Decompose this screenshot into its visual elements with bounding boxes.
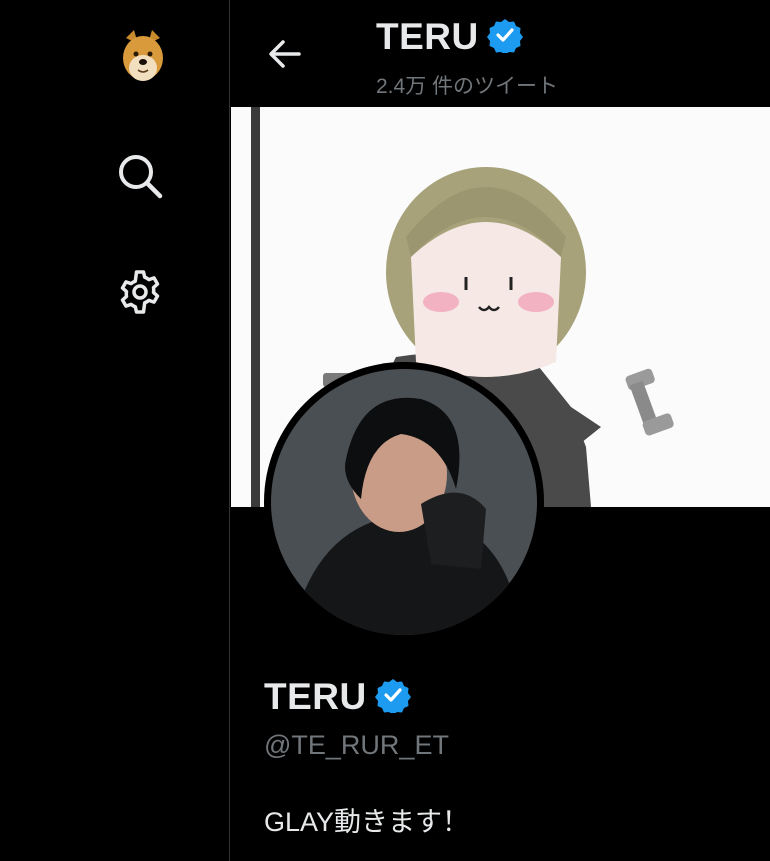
profile-handle: @TE_RUR_ET <box>264 730 449 760</box>
tweet-count: 2.4万 件のツイート <box>376 75 559 98</box>
profile-name: TERU <box>264 676 367 717</box>
back-arrow-icon <box>269 40 301 68</box>
settings-button[interactable] <box>110 262 170 322</box>
verified-badge-icon <box>486 17 523 58</box>
verified-badge-icon <box>374 677 411 718</box>
profile-main: TERU 2.4万 件のツイート TERU @TE_RUR_ET GLAY動きま… <box>231 0 770 861</box>
header-name: TERU <box>376 16 479 57</box>
profile-header: TERU 2.4万 件のツイート <box>231 0 770 107</box>
profile-bio: GLAY動きます！ <box>264 807 470 837</box>
profile-avatar[interactable] <box>264 362 544 642</box>
back-button[interactable] <box>265 34 305 74</box>
header-title: TERU <box>376 16 523 58</box>
profile-name-row: TERU <box>264 676 411 718</box>
sidebar <box>0 0 230 861</box>
home-logo-button[interactable] <box>114 28 172 86</box>
avatar-photo <box>271 369 537 635</box>
search-icon <box>119 155 163 199</box>
search-button[interactable] <box>110 146 170 206</box>
doge-logo-icon <box>123 30 163 81</box>
gear-icon <box>120 270 160 314</box>
